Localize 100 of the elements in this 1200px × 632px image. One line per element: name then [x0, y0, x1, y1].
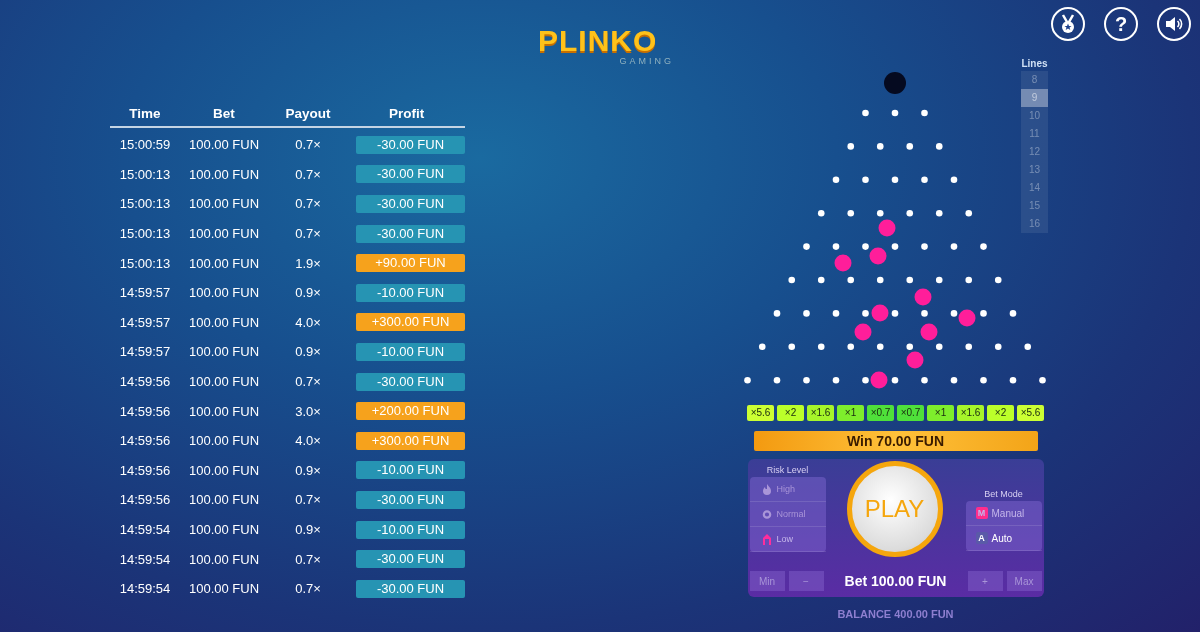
payout-cell-text: 4.0×	[294, 433, 322, 449]
medal-button[interactable]	[1051, 7, 1085, 41]
gear-icon	[761, 508, 772, 520]
profit-badge: -30.00 FUN	[356, 135, 465, 154]
payout-cell-text: 0.7×	[294, 166, 322, 182]
bet-cell-text: 100.00 FUN	[187, 137, 261, 153]
column-header: Profit	[387, 105, 426, 121]
time-cell-text: 14:59:54	[118, 581, 172, 597]
multiplier-slot: ×1.6	[807, 405, 834, 421]
max-bet-button[interactable]: Max	[1006, 571, 1042, 591]
bet-mode-option[interactable]: A Auto	[965, 526, 1042, 551]
time-cell-text: 15:00:13	[118, 255, 172, 271]
lines-option[interactable]: 16	[1021, 215, 1048, 233]
lines-option[interactable]: 10	[1021, 107, 1048, 125]
lines-option[interactable]: 11	[1021, 125, 1048, 143]
multiplier-slot: ×2	[987, 405, 1014, 421]
profit-badge: +300.00 FUN	[356, 313, 465, 332]
time-cell-text: 14:59:56	[118, 403, 172, 419]
time-cell-text: 14:59:57	[118, 285, 172, 301]
time-cell-text: 15:00:59	[118, 137, 172, 153]
multiplier-slot: ×1	[927, 405, 954, 421]
time-cell-text: 14:59:56	[118, 492, 172, 508]
increase-bet-button[interactable]: +	[967, 571, 1003, 591]
time-cell-text: 14:59:57	[118, 314, 172, 330]
help-button[interactable]: ?	[1104, 7, 1138, 41]
payout-cell-text: 0.7×	[294, 551, 322, 567]
time-cell-text: 14:59:56	[118, 433, 172, 449]
multiplier-slot: ×2	[777, 405, 804, 421]
time-cell-text: 14:59:56	[118, 374, 172, 390]
lines-label: Lines	[1021, 58, 1048, 69]
profit-badge: -30.00 FUN	[356, 165, 465, 184]
bet-cell-text: 100.00 FUN	[187, 581, 261, 597]
bet-cell-text: 100.00 FUN	[187, 433, 261, 449]
time-cell-text: 15:00:13	[118, 166, 172, 182]
profit-badge: -10.00 FUN	[356, 342, 465, 361]
bet-mode-label: Bet Mode	[984, 489, 1023, 499]
lines-option[interactable]: 13	[1021, 161, 1048, 179]
bet-cell-text: 100.00 FUN	[187, 374, 261, 390]
payout-cell-text: 0.9×	[294, 344, 322, 360]
time-cell-text: 15:00:13	[118, 196, 172, 212]
risk-option[interactable]: High	[749, 477, 826, 502]
logo-title: PLINKO	[538, 26, 658, 56]
profit-badge: -30.00 FUN	[356, 195, 465, 213]
bet-cell-text: 100.00 FUN	[187, 344, 261, 360]
multiplier-slot: ×0.7	[897, 405, 924, 421]
time-cell-text: 14:59:54	[118, 551, 172, 567]
bet-cell-text: 100.00 FUN	[187, 196, 261, 212]
profit-badge: -30.00 FUN	[356, 490, 465, 509]
profit-badge: +200.00 FUN	[356, 402, 465, 421]
payout-cell-text: 0.9×	[294, 285, 322, 301]
multiplier-slot: ×0.7	[867, 405, 894, 421]
payout-cell-text: 0.9×	[294, 462, 322, 478]
arch-icon	[761, 533, 772, 545]
bet-cell-text: 100.00 FUN	[187, 314, 261, 330]
multiplier-slot: ×1	[837, 405, 864, 421]
payout-cell-text: 0.7×	[294, 137, 322, 153]
payout-cell-text: 0.7×	[294, 196, 322, 212]
bet-cell-text: 100.00 FUN	[187, 551, 261, 567]
lines-option[interactable]: 12	[1021, 143, 1048, 161]
profit-badge: +90.00 FUN	[356, 254, 465, 273]
profit-badge: -30.00 FUN	[356, 579, 465, 598]
payout-cell-text: 0.7×	[294, 374, 322, 390]
multiplier-slot: ×5.6	[1017, 405, 1044, 421]
profit-badge: -30.00 FUN	[356, 372, 465, 391]
profit-badge: -30.00 FUN	[356, 550, 465, 569]
decrease-bet-button[interactable]: −	[788, 571, 824, 591]
lines-option[interactable]: 8	[1021, 71, 1048, 89]
bet-cell-text: 100.00 FUN	[187, 492, 261, 508]
time-cell-text: 15:00:13	[118, 226, 172, 242]
multiplier-slot: ×1.6	[957, 405, 984, 421]
bet-cell-text: 100.00 FUN	[187, 462, 261, 478]
win-banner: Win 70.00 FUN	[753, 431, 1038, 451]
risk-option[interactable]: Normal	[749, 502, 826, 527]
bet-mode-option[interactable]: M Manual	[965, 501, 1042, 526]
lines-option[interactable]: 14	[1021, 179, 1048, 197]
bet-cell-text: 100.00 FUN	[187, 166, 261, 182]
bet-cell-text: 100.00 FUN	[187, 522, 261, 537]
risk-option[interactable]: Low	[749, 527, 826, 552]
sound-button[interactable]	[1157, 7, 1191, 41]
payout-cell-text: 0.9×	[294, 522, 322, 537]
profit-badge: +300.00 FUN	[356, 431, 465, 450]
bet-cell-text: 100.00 FUN	[187, 255, 261, 271]
logo-subtitle: GAMING	[619, 56, 674, 66]
profit-badge: -30.00 FUN	[356, 224, 465, 243]
flame-icon	[761, 483, 772, 495]
time-cell-text: 14:59:56	[118, 462, 172, 478]
play-button[interactable]: PLAY	[846, 461, 943, 557]
profit-badge: -10.00 FUN	[356, 520, 465, 539]
payout-cell-text: 3.0×	[294, 403, 322, 419]
profit-badge: -10.00 FUN	[356, 461, 465, 480]
lines-option[interactable]: 15	[1021, 197, 1048, 215]
payout-cell-text: 1.9×	[294, 255, 322, 271]
speaker-icon	[1164, 14, 1184, 34]
time-cell-text: 14:59:57	[118, 344, 172, 360]
balance-text: BALANCE 400.00 FUN	[837, 608, 954, 620]
payout-cell-text: 4.0×	[294, 314, 322, 330]
column-header: Payout	[284, 105, 332, 121]
lines-option[interactable]: 9	[1021, 89, 1048, 107]
profit-badge: -10.00 FUN	[356, 283, 465, 302]
min-bet-button[interactable]: Min	[749, 571, 785, 591]
